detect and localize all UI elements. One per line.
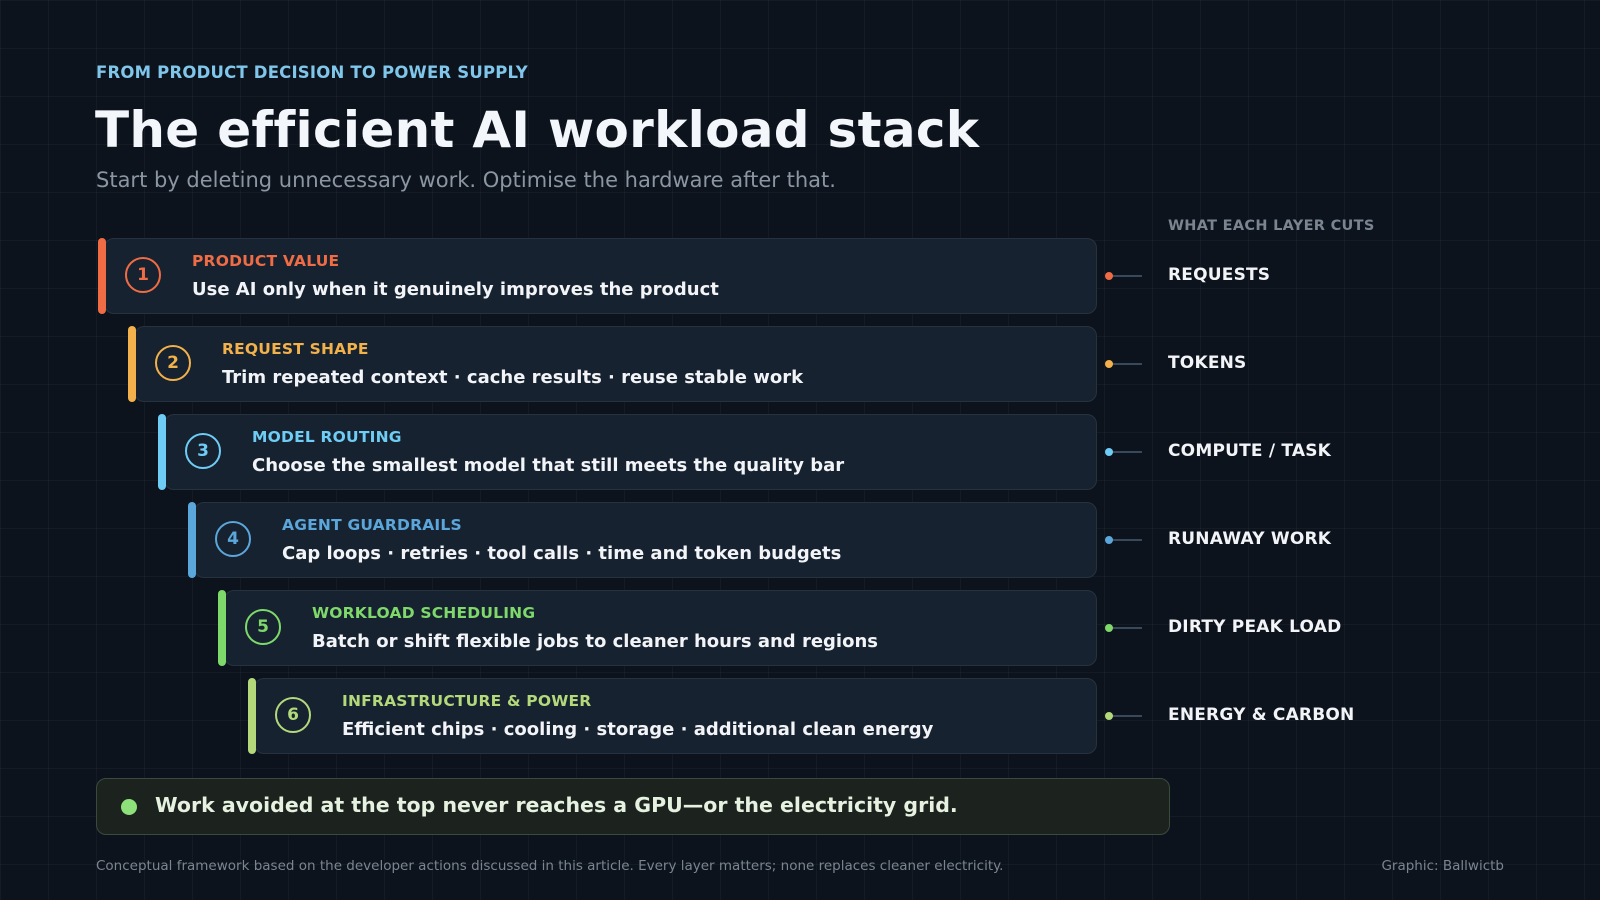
layer-number-badge: 3	[185, 433, 221, 469]
layer-cut-label: RUNAWAY WORK	[1168, 529, 1332, 549]
layer-number-badge: 6	[275, 697, 311, 733]
connector-dot-icon	[1105, 712, 1113, 720]
layer-connector-line	[1109, 715, 1142, 717]
layer-name: WORKLOAD SCHEDULING	[312, 604, 536, 622]
layer-cut-label: TOKENS	[1168, 353, 1247, 373]
layer-card: 5 WORKLOAD SCHEDULING Batch or shift flexi…	[218, 590, 1097, 666]
connector-dot-icon	[1105, 624, 1113, 632]
layer-number-badge: 5	[245, 609, 281, 645]
layer-accent-bar	[158, 414, 166, 490]
layer-accent-bar	[188, 502, 196, 578]
layer-description: Choose the smallest model that still mee…	[252, 455, 845, 476]
callout-dot-icon	[121, 799, 137, 815]
cuts-column-header: WHAT EACH LAYER CUTS	[1168, 218, 1375, 234]
layer-card: 2 REQUEST SHAPE Trim repeated context · ca…	[128, 326, 1097, 402]
layer-accent-bar	[98, 238, 106, 314]
eyebrow: FROM PRODUCT DECISION TO POWER SUPPLY	[96, 63, 528, 82]
layer-cut-label: DIRTY PEAK LOAD	[1168, 617, 1342, 637]
layer-cut-label: REQUESTS	[1168, 265, 1271, 285]
layer-cut-label: COMPUTE / TASK	[1168, 441, 1332, 461]
callout-box: Work avoided at the top never reaches a …	[96, 778, 1170, 835]
layer-accent-bar	[218, 590, 226, 666]
layer-accent-bar	[128, 326, 136, 402]
layer-description: Trim repeated context · cache results · …	[222, 367, 804, 388]
layer-cut-label: ENERGY & CARBON	[1168, 705, 1355, 725]
layer-connector-line	[1109, 363, 1142, 365]
layer-description: Cap loops · retries · tool calls · time …	[282, 543, 842, 564]
layer-description: Use AI only when it genuinely improves t…	[192, 279, 719, 300]
layer-number-badge: 2	[155, 345, 191, 381]
credit: Graphic: Ballwictb	[1381, 858, 1504, 874]
layer-connector-line	[1109, 539, 1142, 541]
connector-dot-icon	[1105, 272, 1113, 280]
footnote: Conceptual framework based on the develo…	[96, 858, 1004, 874]
layer-number-badge: 4	[215, 521, 251, 557]
subtitle: Start by deleting unnecessary work. Opti…	[96, 168, 836, 192]
connector-dot-icon	[1105, 360, 1113, 368]
layer-card: 3 MODEL ROUTING Choose the smallest model …	[158, 414, 1097, 490]
layer-name: AGENT GUARDRAILS	[282, 516, 462, 534]
connector-dot-icon	[1105, 536, 1113, 544]
layer-number-badge: 1	[125, 257, 161, 293]
layer-accent-bar	[248, 678, 256, 754]
layer-connector-line	[1109, 451, 1142, 453]
layer-connector-line	[1109, 627, 1142, 629]
layer-connector-line	[1109, 275, 1142, 277]
layer-name: REQUEST SHAPE	[222, 340, 369, 358]
connector-dot-icon	[1105, 448, 1113, 456]
callout-text: Work avoided at the top never reaches a …	[155, 793, 958, 817]
layer-name: PRODUCT VALUE	[192, 252, 340, 270]
layer-name: INFRASTRUCTURE & POWER	[342, 692, 592, 710]
layer-card: 1 PRODUCT VALUE Use AI only when it genuin…	[98, 238, 1097, 314]
layer-card: 6 INFRASTRUCTURE & POWER Efficient chips ·…	[248, 678, 1097, 754]
page-title: The efficient AI workload stack	[95, 101, 980, 159]
layer-description: Efficient chips · cooling · storage · ad…	[342, 719, 934, 740]
layer-description: Batch or shift flexible jobs to cleaner …	[312, 631, 878, 652]
layer-name: MODEL ROUTING	[252, 428, 402, 446]
layer-card: 4 AGENT GUARDRAILS Cap loops · retries · t…	[188, 502, 1097, 578]
